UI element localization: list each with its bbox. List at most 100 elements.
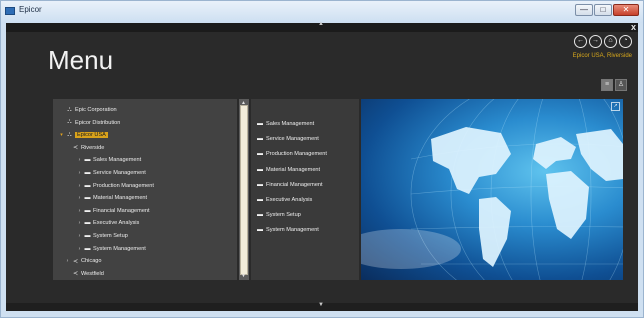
tree-item-label: System Setup: [93, 233, 128, 239]
expand-chevron-icon[interactable]: ›: [77, 220, 82, 226]
tree-item-label: Epic Corporation: [75, 107, 117, 113]
nav-buttons: ← → ⌂ ◔: [574, 35, 632, 48]
submenu-item-label: Material Management: [266, 166, 321, 173]
top-collapse-bar[interactable]: ▲ x: [6, 21, 638, 32]
globe-illustration: [361, 99, 623, 280]
submenu-item[interactable]: ▬ Sales Management: [257, 119, 314, 129]
folder-icon: ▬: [257, 227, 263, 234]
submenu-item-label: Service Management: [266, 136, 319, 143]
minimize-button[interactable]: —: [575, 4, 593, 16]
submenu-item-label: System Management: [266, 227, 319, 234]
folder-icon: ▬: [257, 151, 263, 158]
window-titlebar[interactable]: Epicor — □ ✕: [1, 1, 643, 23]
tree-item[interactable]: › ▬ Production Management: [77, 181, 154, 191]
tree-item[interactable]: ≺ Westfield: [65, 269, 104, 279]
expand-chevron-icon[interactable]: ›: [77, 233, 82, 239]
tree-item-label: Epicor Distribution: [75, 119, 121, 126]
close-menu-icon[interactable]: x: [631, 22, 636, 32]
expand-chevron-icon[interactable]: ›: [77, 195, 82, 201]
tree-item[interactable]: ⛬ Epic Corporation: [59, 105, 117, 115]
tree-item[interactable]: › ▬ Service Management: [77, 168, 146, 178]
expand-arrow-icon[interactable]: ▼: [318, 302, 324, 308]
expand-chevron-icon[interactable]: ›: [77, 157, 82, 163]
expand-chevron-icon[interactable]: ›: [77, 208, 82, 214]
page-title: Menu: [48, 45, 114, 75]
org-icon: ⛬: [67, 106, 72, 113]
tree-item-label: Production Management: [93, 182, 154, 189]
submenu-item[interactable]: ▬ Financial Management: [257, 180, 323, 190]
list-view-icon[interactable]: ≡: [601, 79, 613, 91]
tree-item[interactable]: › ▬ System Management: [77, 244, 146, 254]
globe-image: ↗: [361, 99, 623, 280]
submenu-item[interactable]: ▬ Executive Analysis: [257, 195, 312, 205]
globe-icon[interactable]: ◔: [619, 35, 632, 48]
maximize-button[interactable]: □: [594, 4, 612, 16]
folder-icon: ▬: [84, 233, 91, 239]
submenu-item[interactable]: ▬ Production Management: [257, 149, 327, 159]
scroll-thumb[interactable]: [240, 105, 248, 275]
expand-chevron-icon[interactable]: ›: [77, 246, 82, 252]
folder-icon: ▬: [84, 157, 91, 164]
folder-icon: ▬: [84, 245, 91, 252]
home-icon[interactable]: ⌂: [604, 35, 617, 48]
tree-item-label: Service Management: [93, 170, 146, 176]
tree-item-label: Financial Management: [93, 207, 150, 214]
tree-scrollbar[interactable]: ▲ ▼: [239, 99, 249, 280]
expand-chevron-icon[interactable]: ›: [65, 258, 70, 264]
submenu-item[interactable]: ▬ System Management: [257, 225, 319, 235]
tree-item[interactable]: › ▬ Sales Management: [77, 155, 142, 165]
folder-icon: ▬: [84, 220, 91, 227]
org-icon: ⛬: [67, 131, 72, 138]
expand-chevron-icon[interactable]: ▾: [59, 132, 64, 138]
tree-item-label: Sales Management: [93, 157, 142, 164]
company-site-label[interactable]: Epicor USA, Riverside: [573, 53, 632, 59]
tree-item-label: Westfield: [81, 270, 104, 277]
tree-item-label: Material Management: [93, 195, 148, 202]
person-view-icon[interactable]: ♙: [615, 79, 627, 91]
menu-tree: ⛬ Epic Corporation ⛬ Epicor Distribution ▾ ⛬ E…: [53, 99, 249, 280]
collapse-arrow-icon[interactable]: ▲: [318, 21, 324, 27]
expand-image-icon[interactable]: ↗: [611, 102, 620, 111]
window-controls: — □ ✕: [575, 4, 639, 16]
view-toggle: ≡ ♙: [601, 79, 627, 91]
tree-item-label: System Management: [93, 245, 146, 252]
tree-item[interactable]: › ≺ Chicago: [65, 256, 102, 266]
folder-icon: ▬: [84, 182, 91, 189]
tree-item-label: Riverside: [81, 144, 105, 151]
submenu-list: ▬ Sales Management ▬ Service Management ▬ Pro…: [251, 99, 359, 280]
submenu-item-label: Financial Management: [266, 181, 323, 188]
tree-item[interactable]: ▾ ⛬ Epicor USA: [59, 130, 108, 140]
expand-chevron-icon[interactable]: ›: [77, 170, 82, 176]
tree-item[interactable]: › ▬ System Setup: [77, 231, 128, 241]
folder-icon: ▬: [257, 181, 263, 188]
tree-item-label: Chicago: [81, 258, 102, 265]
back-icon[interactable]: ←: [574, 35, 587, 48]
tree-item-label: Epicor USA: [75, 132, 108, 139]
submenu-item-label: System Setup: [266, 212, 301, 219]
tree-item[interactable]: ≺ Riverside: [65, 143, 104, 153]
app-window: Epicor — □ ✕ ▲ x Menu ← → ⌂ ◔ Epicor USA…: [0, 0, 644, 318]
scroll-down-icon[interactable]: ▼: [241, 273, 246, 279]
site-icon: ≺: [72, 145, 79, 152]
folder-icon: ▬: [257, 197, 263, 203]
tree-item[interactable]: › ▬ Material Management: [77, 193, 147, 203]
org-icon: ⛬: [67, 119, 72, 126]
submenu-item[interactable]: ▬ System Setup: [257, 210, 301, 220]
close-button[interactable]: ✕: [613, 4, 639, 16]
tree-item[interactable]: › ▬ Executive Analysis: [77, 218, 140, 228]
submenu-item-label: Executive Analysis: [266, 197, 313, 203]
folder-icon: ▬: [257, 121, 263, 127]
bottom-expand-bar[interactable]: ▼: [6, 302, 638, 311]
tree-item-label: Executive Analysis: [93, 220, 140, 227]
submenu-item[interactable]: ▬ Material Management: [257, 165, 320, 175]
site-icon: ≺: [72, 271, 79, 278]
folder-icon: ▬: [257, 212, 263, 219]
folder-icon: ▬: [84, 170, 91, 176]
tree-item[interactable]: ⛬ Epicor Distribution: [59, 118, 120, 128]
forward-icon[interactable]: →: [589, 35, 602, 48]
tree-item[interactable]: › ▬ Financial Management: [77, 206, 150, 216]
submenu-item[interactable]: ▬ Service Management: [257, 134, 319, 144]
folder-icon: ▬: [84, 207, 91, 214]
site-icon: ≺: [72, 258, 79, 265]
expand-chevron-icon[interactable]: ›: [77, 183, 82, 189]
